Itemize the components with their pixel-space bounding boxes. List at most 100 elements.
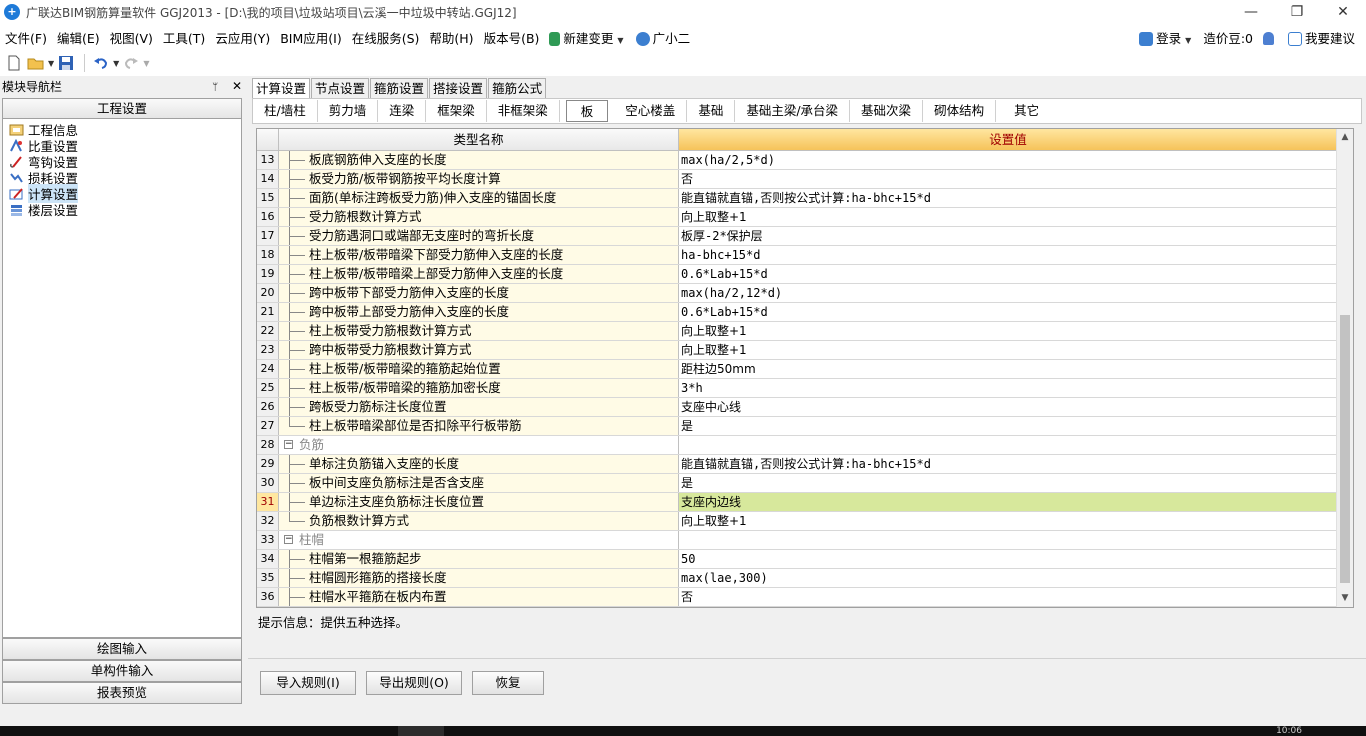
table-row[interactable]: 20 跨中板带下部受力筋伸入支座的长度 max(ha/2,12*d) [257,284,1337,303]
collapse-icon[interactable]: − [284,440,293,449]
restore-button[interactable]: 恢复 [472,671,544,695]
tab-non-frame-beam[interactable]: 非框架梁 [487,100,560,122]
table-row[interactable]: 24 柱上板带/板带暗梁的箍筋起始位置 距柱边50mm [257,360,1337,379]
chevron-down-icon[interactable]: ▼ [143,59,149,68]
scroll-down-icon[interactable]: ▼ [1337,590,1353,607]
new-file-button[interactable] [4,53,24,73]
setting-value-cell[interactable]: 距柱边50mm [679,360,1337,378]
tab-hollow-floor[interactable]: 空心楼盖 [614,100,688,122]
pin-icon[interactable]: ᛘ [212,82,218,93]
setting-value-cell[interactable]: max(ha/2,5*d) [679,151,1337,169]
table-row[interactable]: 22 柱上板带受力筋根数计算方式 向上取整+1 [257,322,1337,341]
tab-coupling-beam[interactable]: 连梁 [378,100,427,122]
menu-file[interactable]: 文件(F) [0,28,52,47]
tab-lap-settings[interactable]: 搭接设置 [429,78,488,98]
scroll-up-icon[interactable]: ▲ [1337,129,1353,146]
tab-foundation-secondary-beam[interactable]: 基础次梁 [850,100,924,122]
menu-online[interactable]: 在线服务(S) [347,28,425,47]
table-row[interactable]: 23 跨中板带受力筋根数计算方式 向上取整+1 [257,341,1337,360]
section-project-settings[interactable]: 工程设置 [2,98,242,120]
table-row[interactable]: 15 面筋(单标注跨板受力筋)伸入支座的锚固长度 能直锚就直锚,否则按公式计算:ha… [257,189,1337,208]
table-row[interactable]: 26 跨板受力筋标注长度位置 支座中心线 [257,398,1337,417]
table-row[interactable]: 13 板底钢筋伸入支座的长度 max(ha/2,5*d) [257,151,1337,170]
setting-value-cell[interactable]: max(lae,300) [679,569,1337,587]
zaojiadou-label[interactable]: 造价豆:0 [1198,28,1258,47]
setting-value-cell[interactable]: 能直锚就直锚,否则按公式计算:ha-bhc+15*d [679,455,1337,473]
table-row[interactable]: 36 柱帽水平箍筋在板内布置 否 [257,588,1337,607]
table-row[interactable]: 25 柱上板带/板带暗梁的箍筋加密长度 3*h [257,379,1337,398]
menu-cloud[interactable]: 云应用(Y) [210,28,275,47]
section-drawing-input[interactable]: 绘图输入 [2,638,242,660]
tab-stirrup-formula[interactable]: 箍筋公式 [488,78,547,98]
setting-value-cell[interactable]: 支座内边线 [679,493,1337,511]
vertical-scrollbar[interactable]: ▲ ▼ [1336,129,1353,607]
table-row[interactable]: 34 柱帽第一根箍筋起步 50 [257,550,1337,569]
table-row[interactable]: 31 单边标注支座负筋标注长度位置 支座内边线 [257,493,1337,512]
table-row[interactable]: 35 柱帽圆形箍筋的搭接长度 max(lae,300) [257,569,1337,588]
section-single-component-input[interactable]: 单构件输入 [2,660,242,682]
table-row[interactable]: 30 板中间支座负筋标注是否含支座 是 [257,474,1337,493]
tab-calc-settings[interactable]: 计算设置 [252,78,311,98]
login-button[interactable]: 登录 ▼ [1134,28,1198,47]
menu-bim[interactable]: BIM应用(I) [275,28,347,47]
setting-value-cell[interactable]: 50 [679,550,1337,568]
notification-button[interactable] [1258,30,1283,45]
tab-masonry[interactable]: 砌体结构 [923,100,997,122]
table-row[interactable]: 14 板受力筋/板带钢筋按平均长度计算 否 [257,170,1337,189]
table-row[interactable]: 27 柱上板带暗梁部位是否扣除平行板带筋 是 [257,417,1337,436]
column-header-value[interactable]: 设置值 [679,129,1337,151]
taskbar-app[interactable] [398,726,444,736]
setting-value-cell[interactable]: 是 [679,417,1337,435]
tree-item-floor[interactable]: 楼层设置 [3,201,241,218]
chevron-down-icon[interactable]: ▼ [48,59,54,68]
menu-edit[interactable]: 编辑(E) [52,28,105,47]
restore-button[interactable]: ❐ [1274,0,1320,24]
setting-value-cell[interactable]: 能直锚就直锚,否则按公式计算:ha-bhc+15*d [679,189,1337,207]
menu-version[interactable]: 版本号(B) [479,28,545,47]
group-row[interactable]: 28− 负筋 [257,436,1337,455]
tab-foundation[interactable]: 基础 [687,100,736,122]
table-row[interactable]: 16 受力筋根数计算方式 向上取整+1 [257,208,1337,227]
tab-foundation-main-beam[interactable]: 基础主梁/承台梁 [735,100,851,122]
setting-value-cell[interactable]: 3*h [679,379,1337,397]
setting-value-cell[interactable]: 向上取整+1 [679,512,1337,530]
setting-value-cell[interactable]: 0.6*Lab+15*d [679,265,1337,283]
column-header-name[interactable]: 类型名称 [279,129,679,151]
undo-button[interactable] [91,53,111,73]
menu-help[interactable]: 帮助(H) [424,28,478,47]
table-row[interactable]: 17 受力筋遇洞口或端部无支座时的弯折长度 板厚-2*保护层 [257,227,1337,246]
menu-view[interactable]: 视图(V) [105,28,158,47]
setting-value-cell[interactable]: max(ha/2,12*d) [679,284,1337,302]
tab-other[interactable]: 其它 [996,100,1057,122]
redo-button[interactable] [121,53,141,73]
setting-value-cell[interactable]: ha-bhc+15*d [679,246,1337,264]
setting-value-cell[interactable]: 支座中心线 [679,398,1337,416]
setting-value-cell[interactable]: 是 [679,474,1337,492]
setting-value-cell[interactable]: 否 [679,170,1337,188]
table-row[interactable]: 19 柱上板带/板带暗梁上部受力筋伸入支座的长度 0.6*Lab+15*d [257,265,1337,284]
scrollbar-thumb[interactable] [1340,315,1350,583]
setting-value-cell[interactable] [679,531,1337,549]
setting-value-cell[interactable]: 0.6*Lab+15*d [679,303,1337,321]
minimize-button[interactable]: — [1228,0,1274,24]
setting-value-cell[interactable]: 板厚-2*保护层 [679,227,1337,245]
setting-value-cell[interactable]: 向上取整+1 [679,322,1337,340]
collapse-icon[interactable]: − [284,535,293,544]
open-file-button[interactable] [26,53,46,73]
chevron-down-icon[interactable]: ▼ [113,59,119,68]
table-row[interactable]: 29 单标注负筋锚入支座的长度 能直锚就直锚,否则按公式计算:ha-bhc+15*d [257,455,1337,474]
tab-slab[interactable]: 板 [565,100,609,122]
table-row[interactable]: 18 柱上板带/板带暗梁下部受力筋伸入支座的长度 ha-bhc+15*d [257,246,1337,265]
setting-value-cell[interactable]: 向上取整+1 [679,208,1337,226]
tab-column[interactable]: 柱/墙柱 [253,100,318,122]
new-change-button[interactable]: 新建变更 ▼ [544,28,630,47]
menu-tools[interactable]: 工具(T) [158,28,210,47]
setting-value-cell[interactable]: 否 [679,588,1337,606]
close-panel-icon[interactable]: ✕ [232,79,242,93]
setting-value-cell[interactable]: 向上取整+1 [679,341,1337,359]
export-rules-button[interactable]: 导出规则(O) [366,671,462,695]
import-rules-button[interactable]: 导入规则(I) [260,671,356,695]
section-report-preview[interactable]: 报表预览 [2,682,242,704]
tab-stirrup-settings[interactable]: 箍筋设置 [370,78,429,98]
setting-value-cell[interactable] [679,436,1337,454]
